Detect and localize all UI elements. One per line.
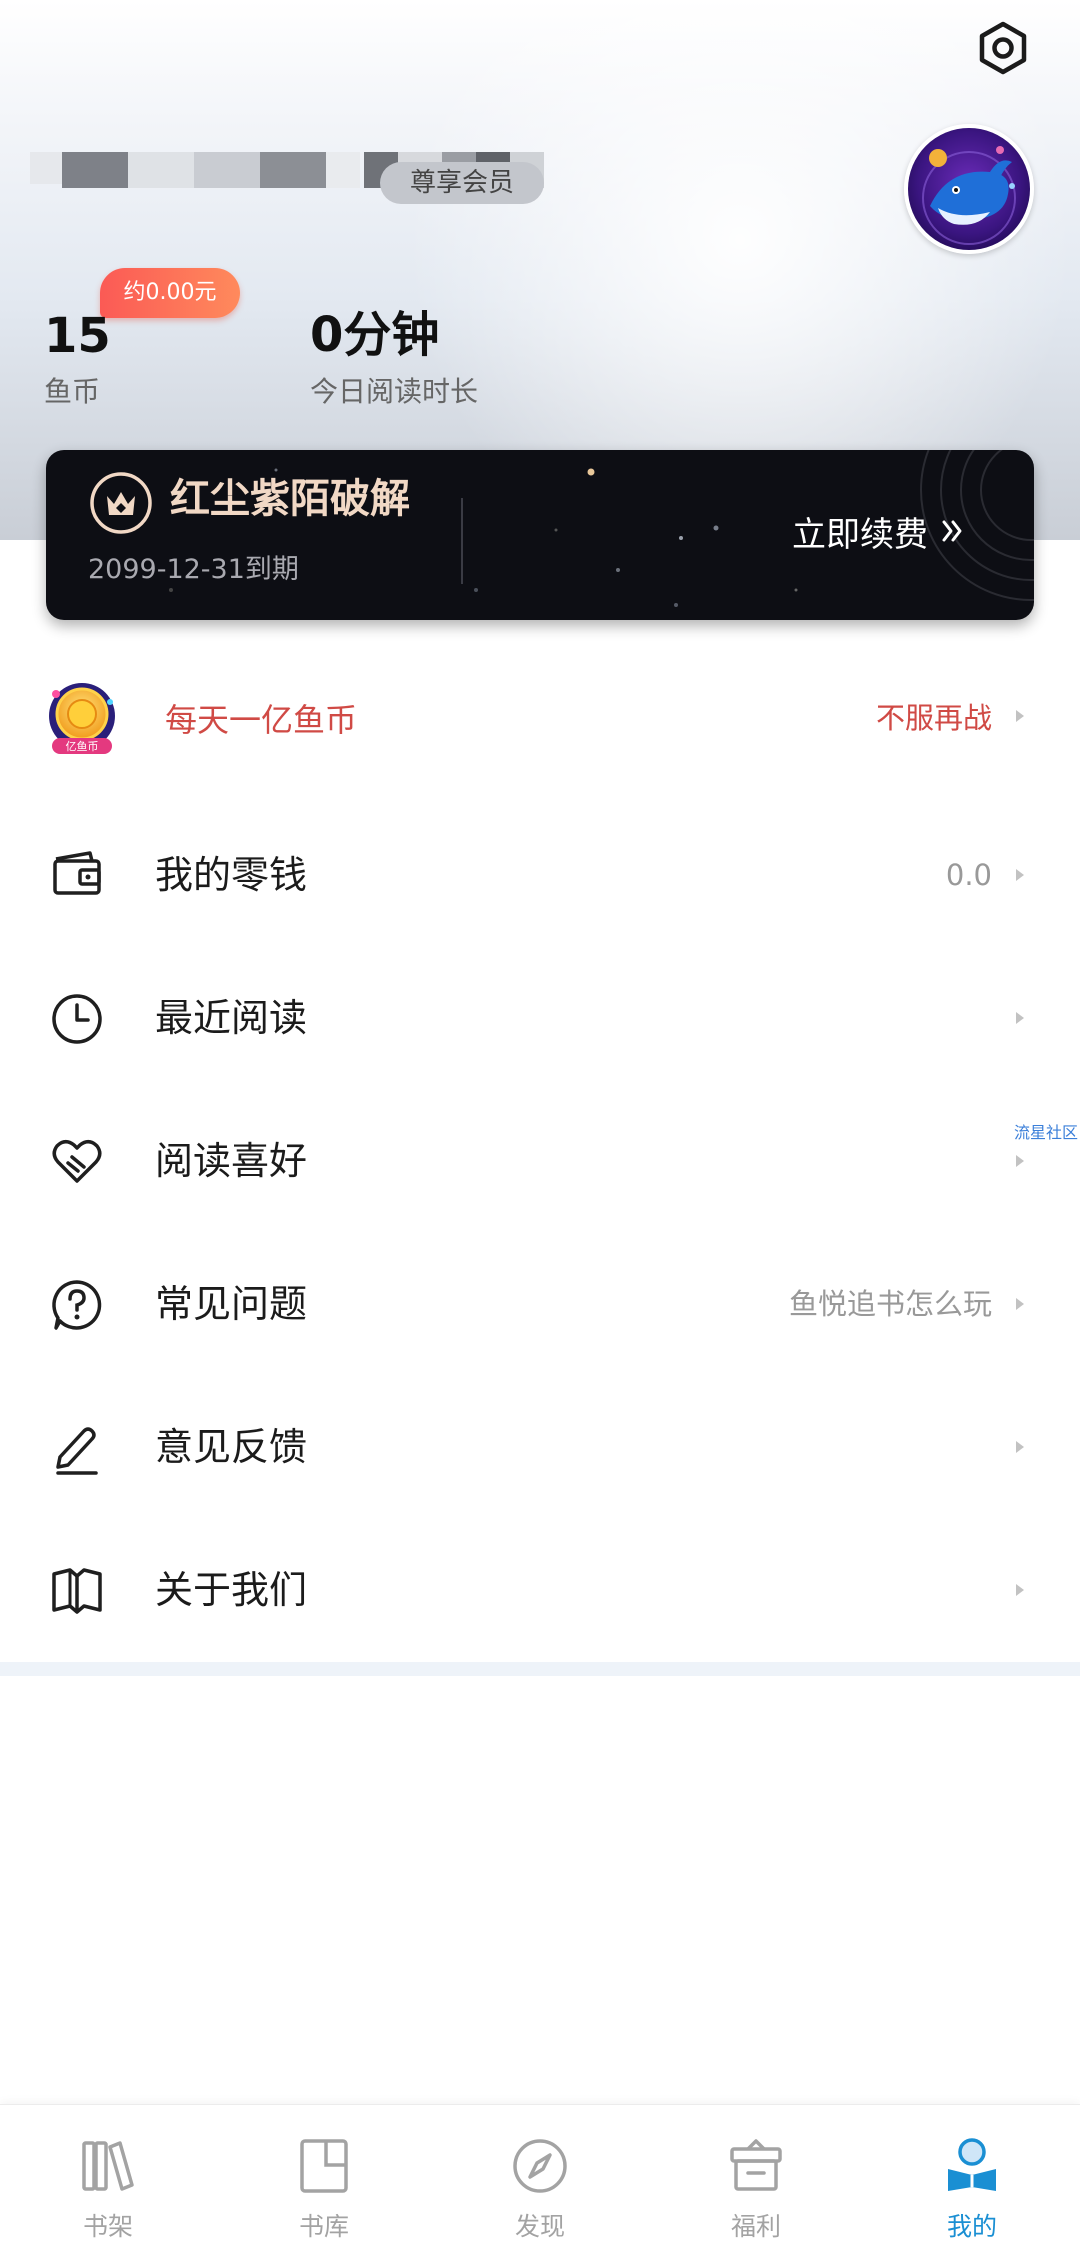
list-item-about-us[interactable]: 关于我们 bbox=[0, 1518, 1080, 1661]
chevron-right-icon bbox=[1016, 1584, 1024, 1596]
coins-value[interactable]: 15 bbox=[44, 306, 111, 366]
list-item-reading-preferences[interactable]: 阅读喜好 bbox=[0, 1089, 1080, 1232]
tab-benefits-label: 福利 bbox=[730, 2212, 781, 2241]
reader-profile-icon bbox=[948, 2138, 996, 2191]
tab-library-label: 书库 bbox=[298, 2212, 349, 2241]
about-us-label: 关于我们 bbox=[155, 1568, 308, 1612]
faq-label: 常见问题 bbox=[155, 1282, 308, 1326]
promo-label: 每天一亿鱼币 bbox=[165, 701, 358, 739]
vip-card[interactable]: 红尘紫陌破解 2099-12-31到期 立即续费 bbox=[46, 450, 1034, 620]
settings-button[interactable] bbox=[975, 20, 1031, 76]
vip-title: 红尘紫陌破解 bbox=[170, 476, 410, 522]
reading-preferences-label: 阅读喜好 bbox=[155, 1139, 308, 1183]
chevron-right-icon bbox=[1016, 1441, 1024, 1453]
tab-benefits[interactable]: 福利 bbox=[648, 2105, 864, 2261]
renew-label: 立即续费 bbox=[792, 514, 928, 555]
chevron-right-icon bbox=[1016, 869, 1024, 881]
list-item-feedback[interactable]: 意见反馈 bbox=[0, 1375, 1080, 1518]
chevron-right-icon bbox=[1016, 710, 1024, 722]
coins-label: 鱼币 bbox=[44, 375, 101, 408]
list-item-recent-reading[interactable]: 最近阅读 bbox=[0, 946, 1080, 1089]
feedback-label: 意见反馈 bbox=[155, 1425, 308, 1469]
wallet-label: 我的零钱 bbox=[155, 853, 308, 897]
member-tag: 尊享会员 bbox=[380, 162, 544, 204]
list-item-daily-coins[interactable]: 亿鱼币 每天一亿鱼币 不服再战 bbox=[0, 660, 1080, 803]
crown-icon bbox=[90, 472, 152, 534]
section-divider bbox=[0, 1662, 1080, 1676]
question-icon bbox=[52, 1280, 102, 1330]
gold-coin-badge-icon: 亿鱼币 bbox=[49, 683, 115, 754]
wallet-balance: 0.0 bbox=[945, 858, 992, 892]
wallet-icon bbox=[53, 851, 101, 895]
promo-icon-caption: 亿鱼币 bbox=[66, 739, 99, 753]
chevron-right-icon bbox=[1016, 1155, 1024, 1167]
avatar[interactable] bbox=[904, 124, 1034, 254]
side-community-link[interactable]: 流星社区 bbox=[1014, 1119, 1078, 1143]
tab-bookshelf-label: 书架 bbox=[82, 2212, 133, 2241]
chevron-right-icon bbox=[1016, 1298, 1024, 1310]
reading-time-value[interactable]: 0分钟 bbox=[310, 304, 439, 366]
open-book-icon bbox=[52, 1568, 102, 1614]
promo-right-text: 不服再战 bbox=[875, 701, 992, 735]
gift-box-icon bbox=[730, 2139, 782, 2191]
renew-button[interactable]: 立即续费 bbox=[792, 506, 966, 556]
reading-time-label: 今日阅读时长 bbox=[310, 375, 479, 408]
tab-mine-label: 我的 bbox=[946, 2212, 997, 2241]
whale-avatar bbox=[908, 128, 1030, 250]
edit-icon bbox=[56, 1427, 98, 1475]
tab-discover[interactable]: 发现 bbox=[432, 2105, 648, 2261]
bookshelf-icon bbox=[82, 2141, 134, 2191]
list-item-faq[interactable]: 常见问题 鱼悦追书怎么玩 bbox=[0, 1232, 1080, 1375]
clock-icon bbox=[52, 994, 102, 1044]
vip-expiry: 2099-12-31到期 bbox=[88, 554, 299, 585]
tab-library[interactable]: 书库 bbox=[216, 2105, 432, 2261]
heart-icon bbox=[52, 1140, 102, 1183]
chevron-right-icon bbox=[1016, 1012, 1024, 1024]
coin-value-badge: 约0.00元 bbox=[100, 268, 240, 318]
list-item-wallet[interactable]: 我的零钱 0.0 bbox=[0, 803, 1080, 946]
compass-icon bbox=[513, 2139, 567, 2193]
library-icon bbox=[300, 2139, 348, 2193]
faq-right-text: 鱼悦追书怎么玩 bbox=[788, 1287, 992, 1321]
vip-divider bbox=[461, 498, 463, 584]
double-chevron-right-icon bbox=[942, 520, 962, 542]
bottom-nav: 书架 书库 发现 福利 我的 bbox=[0, 2104, 1080, 2261]
tab-discover-label: 发现 bbox=[514, 2212, 565, 2241]
settings-hexagon-icon bbox=[979, 21, 1027, 75]
tab-bookshelf[interactable]: 书架 bbox=[0, 2105, 216, 2261]
recent-reading-label: 最近阅读 bbox=[155, 996, 308, 1040]
tab-mine[interactable]: 我的 bbox=[864, 2105, 1080, 2261]
